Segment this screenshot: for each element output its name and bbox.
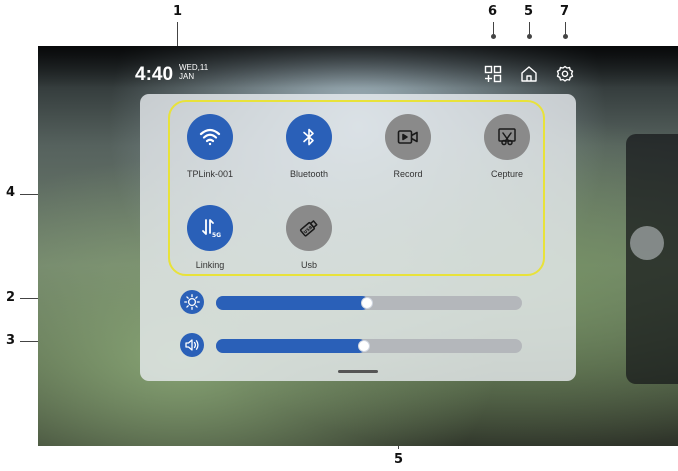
background-knob	[630, 226, 664, 260]
brightness-slider-track[interactable]	[216, 296, 522, 310]
leader-dot-settings	[563, 34, 568, 39]
device-screen[interactable]: 4:40 WED,11 JAN TPLink-001 Bluetooth Rec…	[38, 46, 678, 446]
status-date: WED,11 JAN	[179, 63, 208, 81]
callout-brightness: 2	[6, 290, 16, 305]
callout-background: 5	[394, 452, 404, 467]
callout-tiles: 4	[6, 185, 16, 200]
callout-settings: 7	[560, 4, 570, 19]
tile-wifi-label: TPLink-001	[186, 169, 234, 179]
tile-usb-label: Usb	[300, 260, 317, 270]
volume-slider[interactable]	[180, 333, 526, 357]
quick-settings-panel: TPLink-001 Bluetooth Record Cepture 5G L…	[140, 94, 576, 381]
callout-time: 1	[173, 4, 183, 19]
record-icon	[397, 130, 418, 144]
tile-usb-button[interactable]: USB	[286, 205, 332, 251]
quick-toggle-group: TPLink-001 Bluetooth Record Cepture 5G L…	[168, 100, 545, 276]
brightness-icon	[180, 290, 204, 314]
callout-home: 5	[524, 4, 534, 19]
volume-slider-track[interactable]	[216, 339, 522, 353]
volume-slider-thumb[interactable]	[357, 340, 370, 352]
linking-5g-icon: 5G	[202, 219, 221, 239]
capture-icon	[498, 128, 516, 146]
tile-bluetooth-label: Bluetooth	[289, 169, 329, 179]
tile-bluetooth[interactable]: Bluetooth	[269, 114, 349, 179]
tile-usb[interactable]: USB Usb	[269, 205, 349, 270]
multitask-icon[interactable]	[484, 65, 502, 83]
tile-wifi[interactable]: TPLink-001	[170, 114, 250, 179]
tile-record-button[interactable]	[385, 114, 431, 160]
tile-bluetooth-button[interactable]	[286, 114, 332, 160]
brightness-slider-fill	[216, 296, 369, 310]
volume-slider-fill	[216, 339, 366, 353]
leader-dot-multitask	[491, 34, 496, 39]
panel-drag-handle[interactable]	[338, 370, 378, 373]
tile-capture-button[interactable]	[484, 114, 530, 160]
leader-dot-home	[527, 34, 532, 39]
tile-linking[interactable]: 5G Linking	[170, 205, 250, 270]
settings-icon[interactable]	[556, 65, 574, 83]
tile-capture[interactable]: Cepture	[467, 114, 547, 179]
brightness-slider-thumb[interactable]	[361, 297, 373, 309]
tile-linking-button[interactable]: 5G	[187, 205, 233, 251]
callout-volume: 3	[6, 333, 16, 348]
tile-record[interactable]: Record	[368, 114, 448, 179]
status-date-weekday: WED,11	[179, 63, 209, 72]
status-time: 4:40	[135, 64, 174, 85]
tile-linking-label: Linking	[195, 260, 225, 270]
tile-record-label: Record	[393, 169, 423, 179]
wifi-icon	[199, 128, 221, 146]
brightness-slider[interactable]	[180, 290, 526, 314]
status-bar-shade	[38, 46, 678, 88]
status-date-month: JAN	[179, 72, 195, 81]
tile-capture-label: Cepture	[490, 169, 524, 179]
linking-5g-badge: 5G	[212, 232, 221, 239]
tile-wifi-button[interactable]	[187, 114, 233, 160]
usb-icon: USB	[299, 220, 318, 237]
home-icon[interactable]	[520, 65, 538, 83]
callout-multitask: 6	[488, 4, 498, 19]
bluetooth-icon	[303, 128, 314, 146]
volume-icon	[180, 333, 204, 357]
